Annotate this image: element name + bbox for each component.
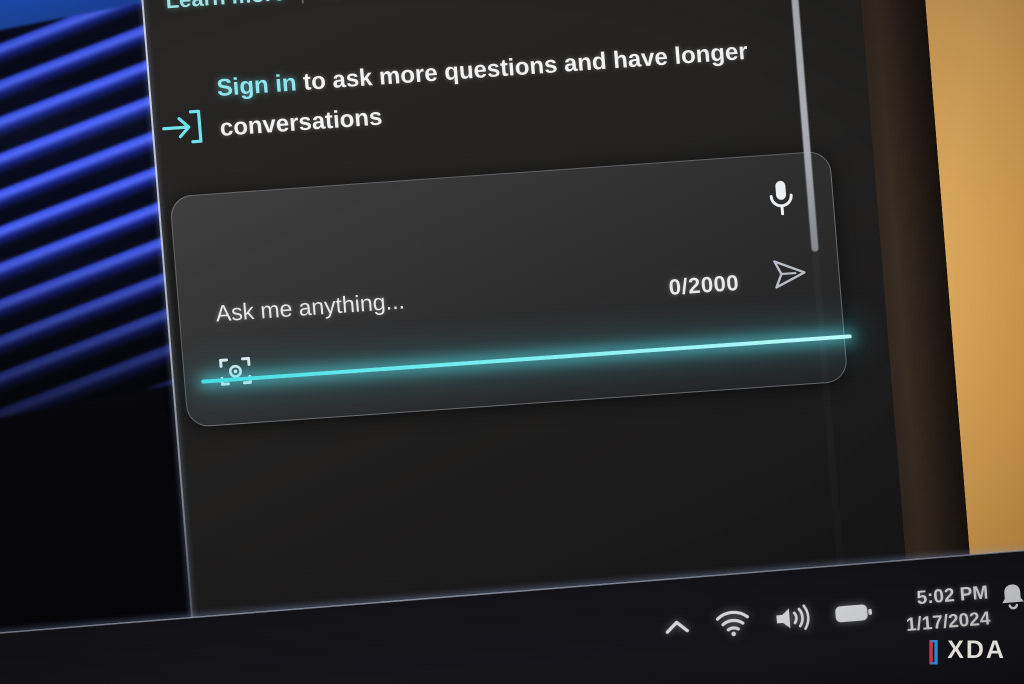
volume-icon[interactable] <box>773 603 811 634</box>
show-hidden-icons-chevron[interactable] <box>661 614 693 640</box>
microphone-icon[interactable] <box>763 176 801 225</box>
composer-accent-glow <box>201 334 852 384</box>
signin-link[interactable]: Sign in <box>216 69 298 101</box>
screenshot-root: Micro mistakes are possible us improve. … <box>0 0 1024 684</box>
link-terms-of-use[interactable]: Terms of use <box>318 0 455 4</box>
composer-placeholder[interactable]: Ask me anything... <box>215 287 406 327</box>
copilot-panel: Micro mistakes are possible us improve. … <box>135 0 910 652</box>
xda-watermark: [ ] XDA <box>928 635 1006 666</box>
visual-search-camera-icon[interactable] <box>217 353 254 394</box>
notification-bell-icon[interactable] <box>998 581 1024 618</box>
link-learn-more[interactable]: Learn more <box>165 0 287 14</box>
battery-icon[interactable] <box>833 600 875 627</box>
signin-rest-text: to ask more questions and have longer co… <box>218 37 749 142</box>
signin-text: Sign in to ask more questions and have l… <box>215 30 780 149</box>
watermark-word: XDA <box>947 636 1006 664</box>
copilot-composer[interactable]: Ask me anything... 0/2000 <box>169 150 852 428</box>
character-counter: 0/2000 <box>667 270 740 300</box>
link-divider-1: | <box>298 0 306 5</box>
sign-in-arrow-icon <box>158 106 207 154</box>
copilot-footer-links: Learn more | Terms of use | Privacy stat… <box>165 0 806 14</box>
system-tray <box>661 598 875 643</box>
send-arrow-icon[interactable] <box>769 253 812 299</box>
signin-prompt[interactable]: Sign in to ask more questions and have l… <box>155 30 780 154</box>
watermark-bracket-right: ] <box>930 635 942 665</box>
wifi-icon[interactable] <box>715 608 751 639</box>
taskbar-clock[interactable]: 5:02 PM 1/17/2024 <box>903 580 991 639</box>
